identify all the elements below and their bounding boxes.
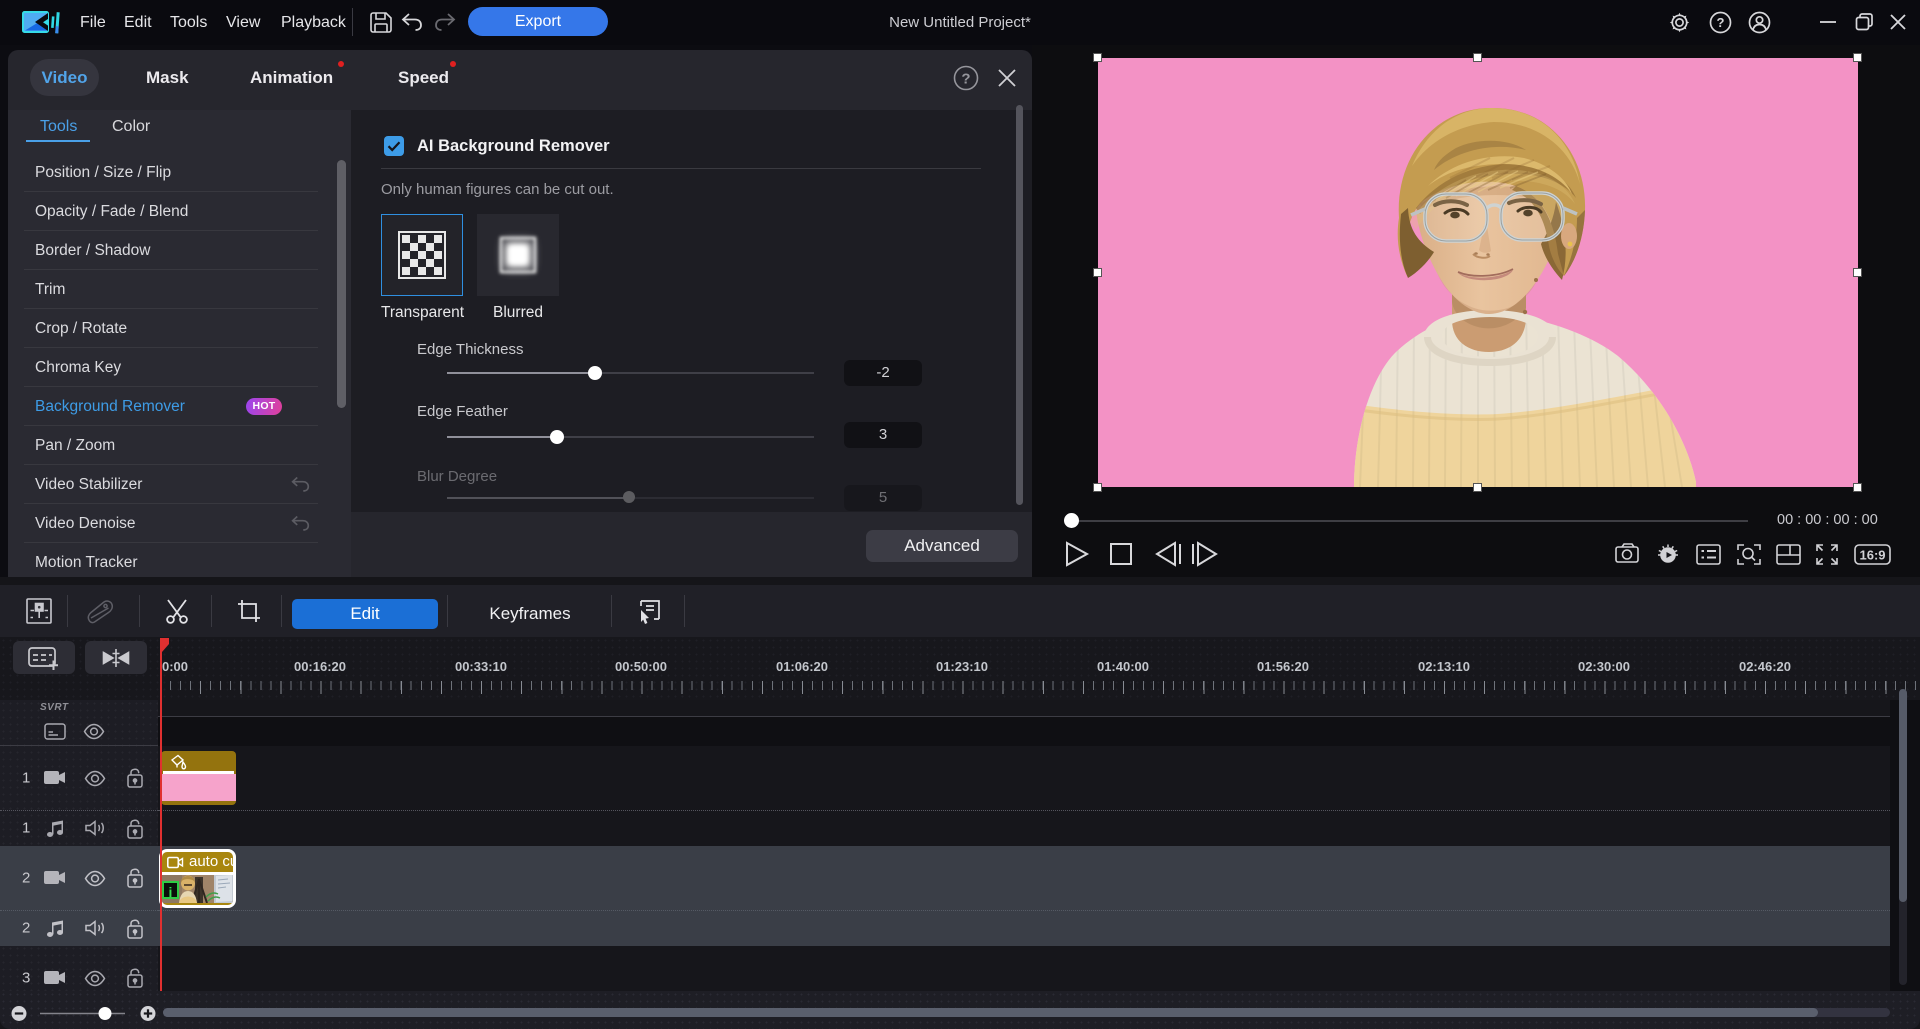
svg-text:?: ? <box>961 70 970 87</box>
svg-text:16:9: 16:9 <box>1859 548 1885 563</box>
svg-text:?: ? <box>1717 15 1725 30</box>
